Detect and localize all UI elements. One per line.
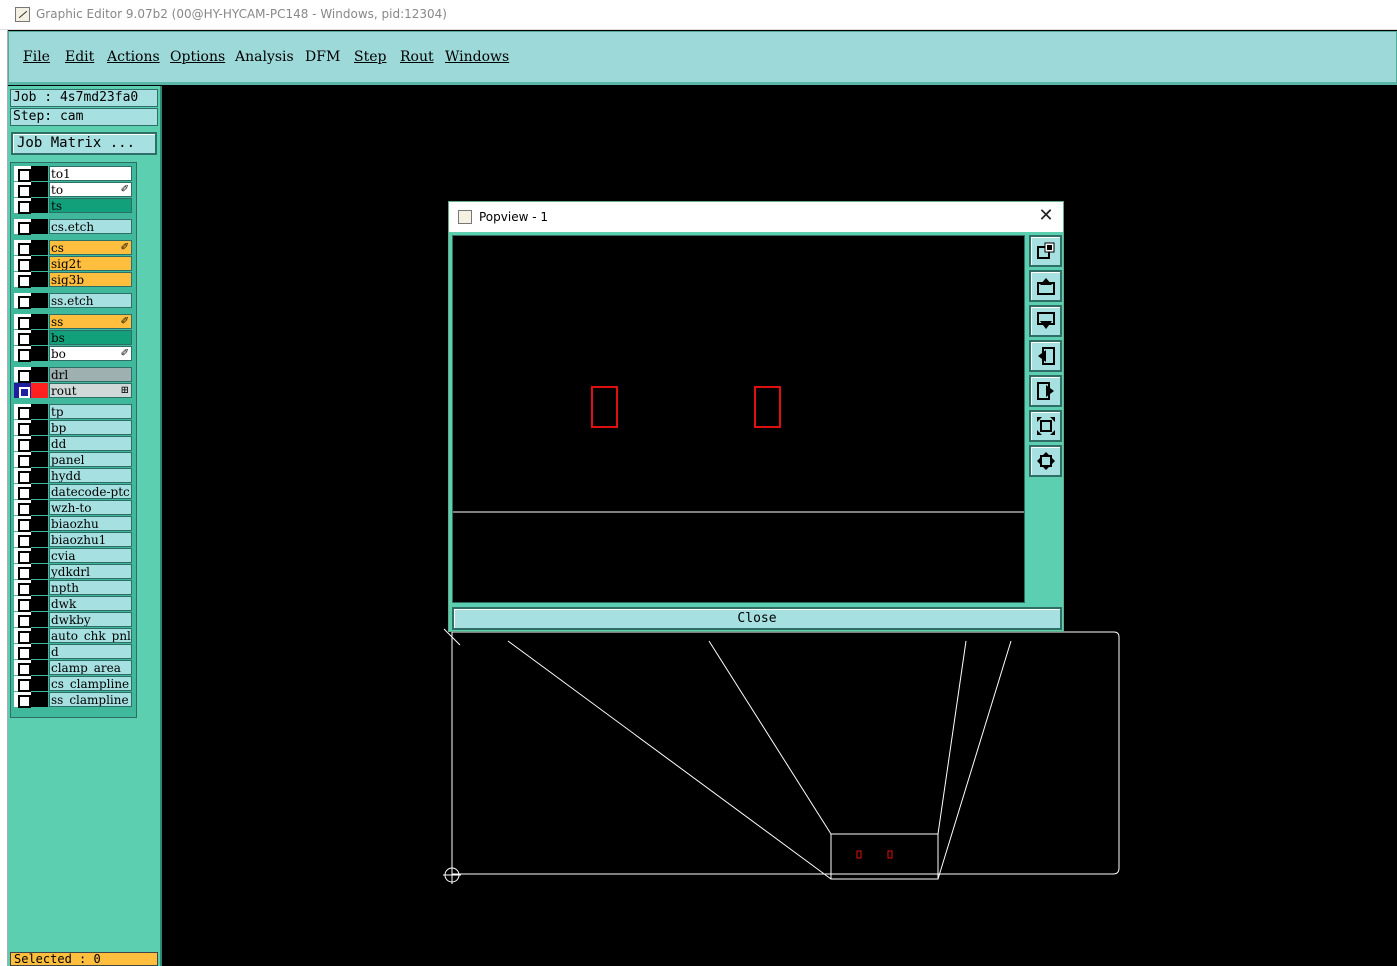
zoom-area-frame — [830, 833, 939, 880]
popview-canvas[interactable] — [452, 235, 1025, 603]
pan-left-icon[interactable] — [1029, 340, 1062, 372]
zoom-guide-line — [507, 640, 832, 880]
popview-close-button[interactable]: Close — [452, 607, 1062, 630]
rout-feature — [887, 850, 893, 859]
popview-title-bar: Popview - 1 ✕ — [449, 202, 1063, 232]
pan-down-icon[interactable] — [1029, 305, 1062, 337]
zoom-guide-line — [708, 640, 832, 835]
rout-feature — [591, 386, 618, 428]
app-icon — [458, 210, 472, 224]
zoom-window-icon[interactable] — [1029, 235, 1062, 267]
popview-toolbar — [1029, 235, 1062, 603]
close-icon[interactable]: ✕ — [1035, 205, 1057, 227]
zoom-in-icon[interactable] — [1029, 445, 1062, 477]
pan-up-icon[interactable] — [1029, 270, 1062, 302]
rout-feature — [856, 850, 862, 859]
pan-right-icon[interactable] — [1029, 375, 1062, 407]
zoom-out-icon[interactable] — [1029, 410, 1062, 442]
popview-title: Popview - 1 — [479, 210, 548, 224]
profile-outline — [451, 631, 1120, 875]
popview-window: Popview - 1 ✕ Close — [448, 201, 1064, 632]
rout-feature — [754, 386, 781, 428]
zoom-guide-line — [937, 640, 967, 835]
